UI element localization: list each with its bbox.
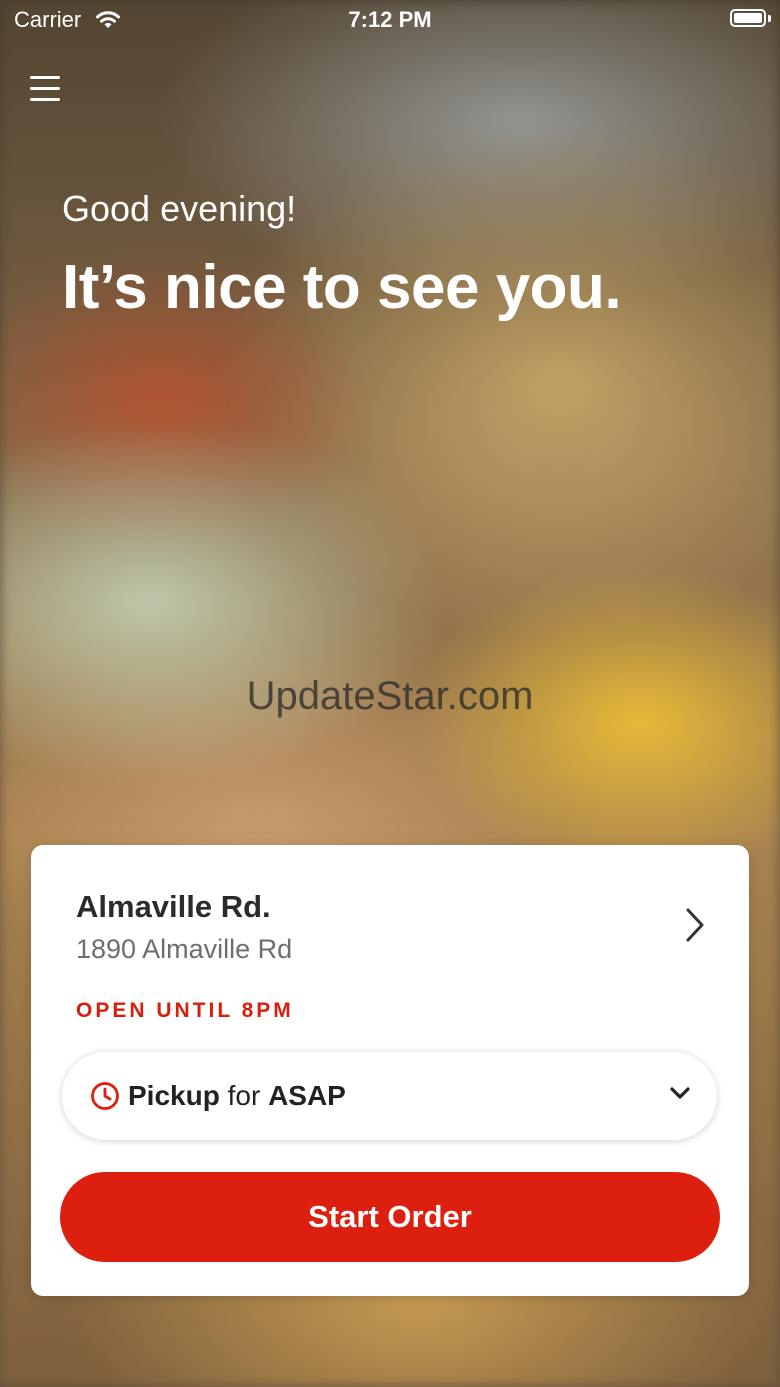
- store-hours-badge: OPEN UNTIL 8PM: [76, 999, 294, 1022]
- status-bar: Carrier 7:12 PM: [0, 0, 780, 40]
- order-mode: Pickup: [128, 1080, 220, 1111]
- chevron-right-icon: [685, 907, 705, 948]
- store-name: Almaville Rd.: [76, 889, 271, 924]
- clock-icon: [90, 1081, 120, 1116]
- order-connector: for: [227, 1080, 261, 1111]
- pickup-time-dropdown[interactable]: Pickup for ASAP: [62, 1052, 717, 1140]
- store-address: 1890 Almaville Rd: [76, 934, 293, 964]
- watermark-text: UpdateStar.com: [246, 674, 534, 718]
- welcome-headline: It’s nice to see you.: [62, 253, 622, 322]
- status-time: 7:12 PM: [348, 7, 432, 32]
- chevron-down-icon: [669, 1086, 691, 1105]
- battery-icon: [730, 9, 766, 27]
- greeting-text: Good evening!: [62, 188, 297, 229]
- start-order-button[interactable]: Start Order: [60, 1172, 720, 1262]
- pickup-summary: Pickup for ASAP: [128, 1080, 346, 1112]
- hamburger-menu-icon[interactable]: [28, 72, 62, 106]
- order-time: ASAP: [268, 1080, 346, 1111]
- order-card: Almaville Rd. 1890 Almaville Rd OPEN UNT…: [31, 845, 749, 1296]
- battery-nub: [768, 15, 771, 22]
- location-selector[interactable]: Almaville Rd. 1890 Almaville Rd: [31, 845, 749, 975]
